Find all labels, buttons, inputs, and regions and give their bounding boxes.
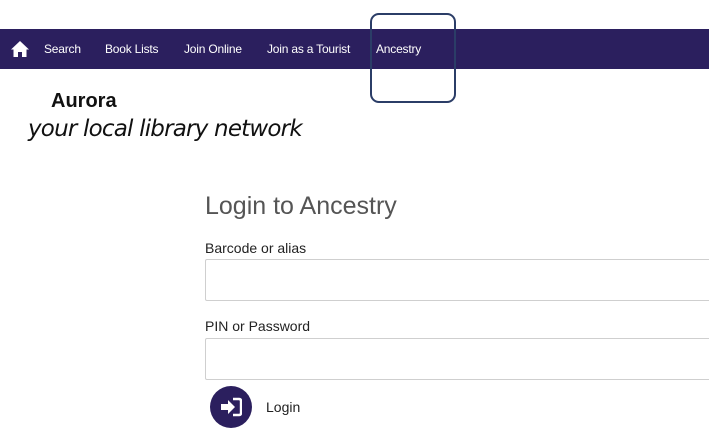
nav-item-join-online[interactable]: Join Online	[184, 42, 242, 56]
nav-item-book-lists[interactable]: Book Lists	[105, 42, 159, 56]
login-button-label: Login	[266, 399, 301, 415]
top-navbar: Search Book Lists Join Online Join as a …	[0, 29, 709, 69]
page-title: Login to Ancestry	[205, 192, 397, 220]
home-icon[interactable]	[10, 40, 30, 58]
logo-title: Aurora	[51, 90, 117, 112]
nav-item-join-as-tourist[interactable]: Join as a Tourist	[267, 42, 350, 56]
password-label: PIN or Password	[205, 318, 311, 334]
barcode-input[interactable]	[205, 259, 709, 301]
logo-tagline: your local library network	[28, 116, 303, 142]
barcode-label: Barcode or alias	[205, 240, 307, 256]
password-input[interactable]	[205, 338, 709, 380]
highlight-annotation-box	[370, 13, 456, 103]
sign-in-icon	[210, 386, 252, 428]
nav-item-search[interactable]: Search	[44, 42, 81, 56]
login-button[interactable]: Login	[210, 386, 301, 428]
library-logo[interactable]: Aurora your local library network	[28, 90, 328, 152]
